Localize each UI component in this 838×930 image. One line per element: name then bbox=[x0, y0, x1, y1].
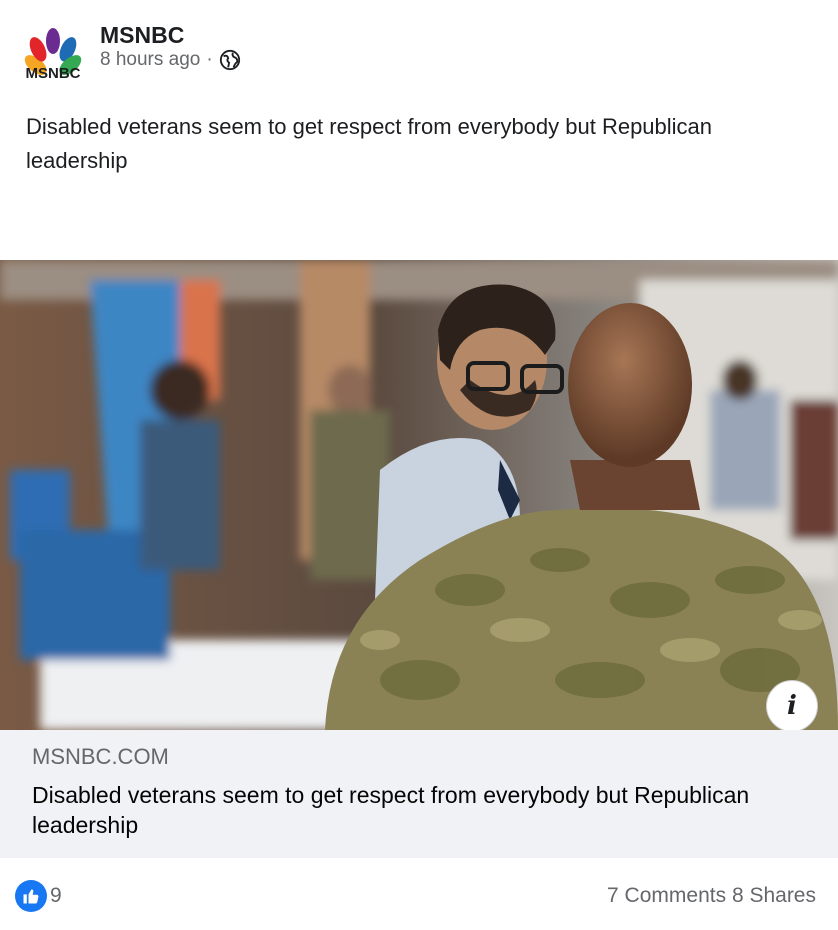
link-title[interactable]: Disabled veterans seem to get respect fr… bbox=[32, 780, 832, 840]
info-button[interactable]: i bbox=[766, 680, 818, 730]
shares-count[interactable]: 8 Shares bbox=[732, 884, 816, 907]
timestamp[interactable]: 8 hours ago bbox=[100, 49, 200, 71]
like-icon[interactable] bbox=[15, 880, 47, 912]
page-name[interactable]: MSNBC bbox=[100, 22, 184, 49]
post-meta: 8 hours ago · bbox=[100, 49, 241, 71]
article-photo[interactable]: i bbox=[0, 260, 838, 730]
post-text: Disabled veterans seem to get respect fr… bbox=[26, 114, 713, 173]
thumbs-up-icon bbox=[23, 889, 39, 904]
comments-count[interactable]: 7 Comments bbox=[607, 884, 726, 907]
post-footer: 9 7 Comments 8 Shares bbox=[0, 860, 838, 930]
post-header: MSNBC MSNBC 8 hours ago · bbox=[0, 0, 838, 100]
msnbc-logo[interactable]: MSNBC bbox=[18, 22, 88, 82]
photo-illustration bbox=[0, 260, 838, 730]
like-count[interactable]: 9 bbox=[50, 884, 62, 908]
logo-wordmark: MSNBC bbox=[26, 65, 81, 82]
globe-icon bbox=[219, 49, 240, 71]
link-domain: MSNBC.COM bbox=[32, 744, 169, 769]
link-preview[interactable]: MSNBC.COM Disabled veterans seem to get … bbox=[0, 730, 838, 858]
meta-separator: · bbox=[206, 49, 213, 70]
engagement-counts: 7 Comments 8 Shares bbox=[607, 884, 816, 908]
